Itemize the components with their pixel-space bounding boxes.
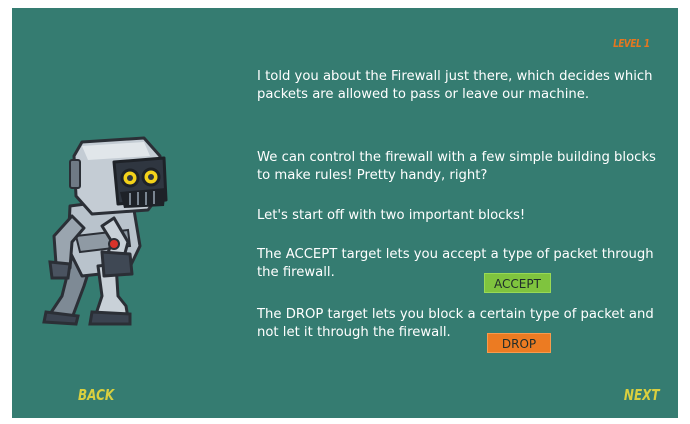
accept-description: The ACCEPT target lets you accept a type…	[257, 247, 654, 280]
robot-character-icon	[42, 136, 168, 326]
drop-description: The DROP target lets you block a certain…	[257, 307, 654, 340]
drop-block: DROP	[487, 333, 551, 353]
next-button[interactable]: NEXT	[624, 386, 660, 404]
back-button[interactable]: BACK	[78, 386, 114, 404]
intro-paragraph-firewall: I told you about the Firewall just there…	[257, 69, 653, 102]
intro-paragraph-building-blocks: We can control the firewall with a few s…	[257, 150, 656, 183]
accept-block: ACCEPT	[484, 273, 551, 293]
game-screen: LEVEL 1 I told you about the Firewall ju…	[12, 8, 678, 418]
level-indicator: LEVEL 1	[613, 37, 651, 50]
intro-paragraph-two-blocks: Let's start off with two important block…	[257, 208, 526, 223]
